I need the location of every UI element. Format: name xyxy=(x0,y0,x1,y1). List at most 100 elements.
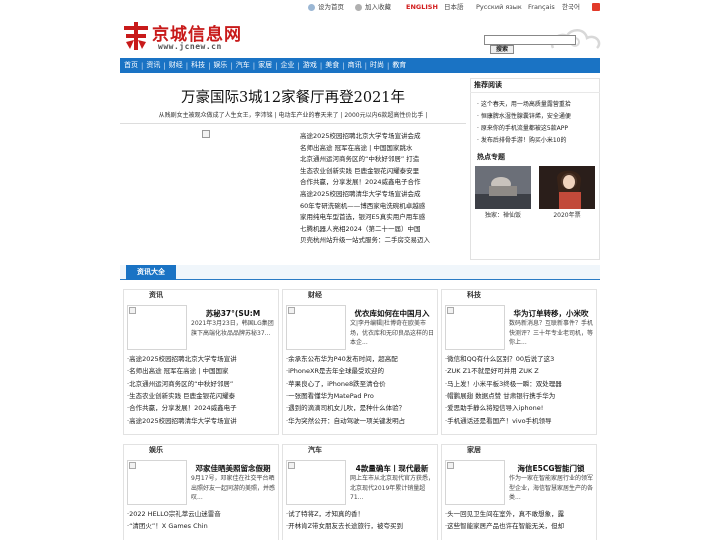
panel-list-item[interactable]: ·高途2025校园招聘北京大学专场宣讲 xyxy=(127,353,279,365)
panel-headline[interactable]: 华为订单转移，小米吹 xyxy=(509,308,593,319)
panel-category[interactable]: 娱乐 xyxy=(149,445,163,455)
panel-list-item[interactable]: ·“清团火”！X Games Chin xyxy=(127,520,279,532)
panel-list-item[interactable]: ·爱思助手静么将短信导入iphone! xyxy=(445,402,597,414)
panel-headline[interactable]: 4款量确车丨现代最新 xyxy=(350,463,434,474)
panel-list-item[interactable]: ·北京通州运河商务区的“中秋好邻居” xyxy=(127,378,279,390)
panel-list-item[interactable]: ·合作共赢，分享发展！2024威鑫电子 xyxy=(127,402,279,414)
hot-topics-title: 热点专题 xyxy=(477,153,505,161)
panel-category[interactable]: 家居 xyxy=(467,445,481,455)
lang-russian-link[interactable]: Русский язык xyxy=(476,3,522,12)
panel-category[interactable]: 资讯 xyxy=(149,290,163,300)
logo-icon[interactable] xyxy=(122,22,150,50)
nav-item[interactable]: 科技 xyxy=(191,58,205,73)
headline-list-item[interactable]: 高途2025校园招聘北京大学专场宣讲会成 xyxy=(300,131,470,143)
panel-summary: 数码新消息？互联新事件？手机快测评？三十年专业老司机，等你上... xyxy=(509,320,594,347)
flag-icon[interactable] xyxy=(592,3,600,11)
hot-topic-image[interactable] xyxy=(475,166,531,209)
nav-item[interactable]: 家居 xyxy=(258,58,272,73)
panel-list-item[interactable]: ·名师出高途 冠军在高途 | 中国国家 xyxy=(127,365,279,377)
panel-list-item[interactable]: ·遇到的滴滴司机女儿吹，是种什么体验？ xyxy=(286,402,438,414)
panel-list-item[interactable]: ·马上发！小米平板3终极一瞬：双处理器 xyxy=(445,378,597,390)
panel-list-item[interactable]: ·试了特将Z，才知真的香！ xyxy=(286,508,438,520)
broken-image-icon xyxy=(288,307,295,314)
main-nav: 首页 | 资讯 | 财经 | 科技 | 娱乐 | 汽车 | 家居 | 企业 | 游戏 | 美食 | 商讯 | 时尚 | 教育 xyxy=(120,58,600,73)
panel-list-item[interactable]: ·iPhoneXR是去年全球最受欢迎的 xyxy=(286,365,438,377)
hot-topic-caption[interactable]: 2020年票 xyxy=(539,210,595,219)
panel-list-item[interactable]: ·高途2025校园招聘清华大学专场宣讲 xyxy=(127,415,279,427)
broken-image-icon xyxy=(447,462,454,469)
set-homepage-link[interactable]: 设为首页 xyxy=(308,3,344,12)
recommend-item[interactable]: · 恒康脾水湿性腺囊锌烯，安全通便 xyxy=(477,111,571,122)
panel-headline[interactable]: 邓家佳晒美照留念假期 xyxy=(191,463,275,474)
headline-title[interactable]: 万豪国际3城12家餐厅再登2021年 xyxy=(120,86,466,107)
recommend-item[interactable]: · 这个春天，用一场高质量露营重拾 xyxy=(477,99,571,110)
panel-list-item[interactable]: ·余承东公布华为P40发布时间，超高配 xyxy=(286,353,438,365)
nav-item[interactable]: 汽车 xyxy=(236,58,250,73)
panel-thumbnail[interactable] xyxy=(127,305,187,350)
panel-list-item[interactable]: ·微信和QQ有什么区别？00后说了这3 xyxy=(445,353,597,365)
headline-subline[interactable]: 从贱剧女主被观众做成了人生女王，李沛铭 | 电动车产业的春天来了 | 2000元… xyxy=(120,110,466,119)
nav-item[interactable]: 娱乐 xyxy=(213,58,227,73)
panel-headline[interactable]: 海信E5CG智能门锁 xyxy=(509,463,593,474)
panel-list-item[interactable]: ·这些智能家居产品也许在智能无关，但却 xyxy=(445,520,597,532)
panel-summary: 2021年3月23日，韩国LG集团旗下高端化妆品品牌苏秘37... xyxy=(191,320,274,337)
lang-japanese-link[interactable]: 日本語 xyxy=(444,3,464,12)
headline-list-item[interactable]: 高途2025校园招聘清华大学专场宣讲会成 xyxy=(300,189,470,201)
search-input[interactable] xyxy=(484,35,576,45)
nav-separator: | xyxy=(208,61,211,70)
headline-list-item[interactable]: 60年专研洗碗机——博西家电洗碗机卓越感 xyxy=(300,201,470,213)
panel-category[interactable]: 科技 xyxy=(467,290,481,300)
panel-list-item[interactable]: ·帽鹏展翅 数据点赞 甘肃银行携手华为 xyxy=(445,390,597,402)
nav-item[interactable]: 美食 xyxy=(325,58,339,73)
section-title[interactable]: 资讯大全 xyxy=(126,265,176,280)
panel-summary: 文|李丹编辑|杜博奇在欧美市场，优衣库和无印良品这样的日本企... xyxy=(350,320,435,347)
nav-item[interactable]: 游戏 xyxy=(303,58,317,73)
panel-thumbnail[interactable] xyxy=(286,305,346,350)
panel-list-item[interactable]: ·2022 HELLO宗礼萃云山迷雷音 xyxy=(127,508,279,520)
panel-thumbnail[interactable] xyxy=(445,460,505,505)
headline-list-item[interactable]: 家用纯电车型首选，银河E5真实用户用车感 xyxy=(300,212,470,224)
add-favorite-link[interactable]: 加入收藏 xyxy=(355,3,391,12)
panel-list-item[interactable]: ·开林肯Z带女朋友去长途旅行，被夸买到 xyxy=(286,520,438,532)
headline-list-item[interactable]: 七腾机器人亮相2024（第二十一届）中国 xyxy=(300,224,470,236)
nav-separator: | xyxy=(342,61,345,70)
lang-english-link[interactable]: ENGLISH xyxy=(406,3,438,12)
headline-list-item[interactable]: 北京通州运河商务区的“中秋好邻居” 打造 xyxy=(300,154,470,166)
nav-item[interactable]: 财经 xyxy=(169,58,183,73)
panel-category[interactable]: 财经 xyxy=(308,290,322,300)
headline-list-item[interactable]: 名师出高途 冠军在高途 | 中国国家跳水 xyxy=(300,143,470,155)
panel-list-item[interactable]: ·一张图看懂华为MatePad Pro xyxy=(286,390,438,402)
lang-korean-link[interactable]: 한국어 xyxy=(562,3,580,12)
lang-french-link[interactable]: Français xyxy=(528,3,555,12)
panel-thumbnail[interactable] xyxy=(127,460,187,505)
recommend-item[interactable]: · 发布后排骨手游！购买小米10的 xyxy=(477,135,566,146)
nav-item[interactable]: 资讯 xyxy=(146,58,160,73)
panel-headline[interactable]: 优衣库如何在中国月入 xyxy=(350,308,434,319)
panel-thumbnail[interactable] xyxy=(286,460,346,505)
headline-list-item[interactable]: 生态农业创新实践 巨鹿金银花闪耀泰安里 xyxy=(300,166,470,178)
nav-item[interactable]: 首页 xyxy=(124,58,138,73)
panel-headline[interactable]: 苏秘37°(SU:M xyxy=(191,308,275,319)
panel-thumbnail[interactable] xyxy=(445,305,505,350)
panel-list-item[interactable]: ·头一回见卫生间在室外，真不敢想象，露 xyxy=(445,508,597,520)
panel-list-item[interactable]: ·苹果良心了，iPhone8跌至清仓价 xyxy=(286,378,438,390)
headline-list-item[interactable]: 合作共赢，分享发展！2024威鑫电子合作 xyxy=(300,177,470,189)
hot-topic-image[interactable] xyxy=(539,166,595,209)
logo-url: www.jcnew.cn xyxy=(158,42,222,51)
hot-topic-caption[interactable]: 独家：禅仙饭 xyxy=(475,210,531,219)
broken-image-icon[interactable] xyxy=(202,130,210,138)
broken-image-icon xyxy=(447,307,454,314)
panel-list-item[interactable]: ·生态农业创新实践 巨鹿金银花闪耀泰 xyxy=(127,390,279,402)
recommend-item[interactable]: · 原来你的手机流量都被这5款APP xyxy=(477,123,568,134)
headline-list-item[interactable]: 贝壳杭州站升级一站式服务：二手房交易迈入 xyxy=(300,235,470,247)
search-button[interactable]: 搜索 xyxy=(490,45,514,54)
panel-list-item[interactable]: ·华为突然公开：自动驾驶一项关键发明占 xyxy=(286,415,438,427)
panel-list-item[interactable]: ·ZUK Z1不就是好可并用 ZUK Z xyxy=(445,365,597,377)
nav-item[interactable]: 企业 xyxy=(281,58,295,73)
panel-summary: 9月17号，邓家佳在社交平台晒出照好友一起同游的美照，并感叹... xyxy=(191,475,276,502)
nav-item[interactable]: 时尚 xyxy=(370,58,384,73)
nav-item[interactable]: 商讯 xyxy=(348,58,362,73)
panel-list-item[interactable]: ·手机通话还是看国产！vivo手机领导 xyxy=(445,415,597,427)
panel-category[interactable]: 汽车 xyxy=(308,445,322,455)
nav-item[interactable]: 教育 xyxy=(392,58,406,73)
